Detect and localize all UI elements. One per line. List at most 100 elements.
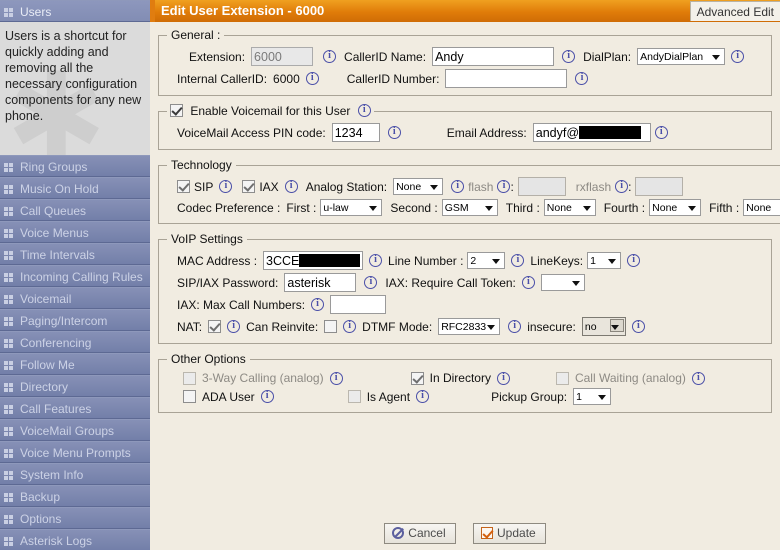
sidebar-item-voicemail-groups[interactable]: VoiceMail Groups — [0, 419, 150, 441]
sidebar-item-asterisk-logs[interactable]: Asterisk Logs — [0, 529, 150, 550]
sidebar-item-call-features[interactable]: Call Features — [0, 397, 150, 419]
flash-input[interactable] — [517, 177, 566, 196]
linekeys-select[interactable]: 1 — [587, 252, 622, 269]
sidebar-item-incoming-calling-rules[interactable]: Incoming Calling Rules — [0, 265, 150, 287]
dialplan-select[interactable]: AndyDialPlan — [637, 48, 726, 65]
info-icon[interactable] — [364, 276, 378, 289]
sidebar-item-voicemail[interactable]: Voicemail — [0, 287, 150, 309]
info-icon[interactable] — [311, 298, 325, 311]
rxflash-input[interactable] — [635, 177, 684, 196]
info-icon[interactable] — [627, 254, 641, 267]
codec-fourth-select[interactable]: None — [649, 199, 702, 216]
call-waiting-checkbox[interactable] — [555, 371, 569, 385]
codec-first-select[interactable]: u-law — [320, 199, 383, 216]
pickup-group-select[interactable]: 1 — [573, 388, 612, 405]
codec-fifth-select-wrap[interactable]: None — [743, 199, 780, 216]
info-icon[interactable] — [731, 50, 745, 63]
grid-icon — [4, 207, 15, 216]
info-icon[interactable] — [357, 104, 371, 117]
email-address-input[interactable]: andyf@ — [532, 123, 651, 142]
info-icon[interactable] — [654, 126, 668, 139]
sidebar-item-system-info[interactable]: System Info — [0, 463, 150, 485]
extension-input[interactable] — [251, 47, 314, 66]
ada-user-checkbox[interactable] — [183, 390, 196, 403]
line-number-select-wrap[interactable]: 2 — [467, 252, 506, 269]
info-icon[interactable] — [615, 180, 629, 193]
codec-fifth-select[interactable]: None — [743, 199, 780, 216]
info-icon[interactable] — [305, 72, 319, 85]
info-icon[interactable] — [219, 180, 233, 193]
linekeys-select-wrap[interactable]: 1 — [587, 252, 622, 269]
sidebar-item-conferencing[interactable]: Conferencing — [0, 331, 150, 353]
codec-first-select-wrap[interactable]: u-law — [320, 199, 383, 216]
analog-station-select[interactable]: None — [393, 178, 444, 195]
info-icon[interactable] — [343, 320, 357, 333]
in-directory-checkbox[interactable] — [410, 371, 424, 385]
can-reinvite-checkbox[interactable] — [324, 320, 338, 333]
voicemail-pin-input[interactable] — [331, 123, 380, 142]
sidebar-item-ring-groups[interactable]: Ring Groups — [0, 155, 150, 177]
sidebar-item-options[interactable]: Options — [0, 507, 150, 529]
info-icon[interactable] — [416, 390, 430, 403]
sidebar-item-paging-intercom[interactable]: Paging/Intercom — [0, 309, 150, 331]
info-icon[interactable] — [562, 50, 576, 63]
sidebar-item-time-intervals[interactable]: Time Intervals — [0, 243, 150, 265]
sidebar-item-label: Voice Menu Prompts — [20, 446, 131, 460]
sidebar-item-call-queues[interactable]: Call Queues — [0, 199, 150, 221]
three-way-calling-checkbox[interactable] — [183, 371, 196, 385]
sidebar-item-music-on-hold[interactable]: Music On Hold — [0, 177, 150, 199]
nat-checkbox[interactable] — [208, 320, 222, 333]
codec-third-select[interactable]: None — [543, 199, 596, 216]
require-call-token-select-wrap[interactable] — [540, 274, 585, 291]
max-call-numbers-input[interactable] — [330, 295, 387, 314]
info-icon[interactable] — [387, 126, 401, 139]
tab-advanced-edit[interactable]: Advanced Edit — [689, 1, 780, 21]
sip-checkbox[interactable] — [177, 180, 190, 193]
is-agent-checkbox[interactable] — [347, 390, 361, 403]
codec-third-select-wrap[interactable]: None — [543, 199, 596, 216]
dialplan-select-wrap[interactable]: AndyDialPlan — [637, 48, 726, 65]
dtmf-mode-select[interactable]: RFC2833 — [438, 318, 501, 335]
insecure-select[interactable]: no — [581, 317, 626, 336]
iax-checkbox[interactable] — [242, 180, 256, 193]
update-button[interactable]: Update — [473, 523, 546, 544]
info-icon[interactable] — [369, 254, 383, 267]
codec-fourth-select-wrap[interactable]: None — [649, 199, 702, 216]
insecure-select-wrap[interactable]: no — [581, 317, 626, 336]
sidebar-item-directory[interactable]: Directory — [0, 375, 150, 397]
info-icon[interactable] — [451, 180, 465, 193]
mac-address-input[interactable]: 3CCE — [263, 251, 364, 270]
info-icon[interactable] — [323, 50, 337, 63]
info-icon[interactable] — [631, 320, 645, 333]
line-number-select[interactable]: 2 — [467, 252, 506, 269]
info-icon[interactable] — [496, 371, 510, 385]
analog-station-select-wrap[interactable]: None — [393, 178, 444, 195]
callerid-number-input[interactable] — [445, 69, 568, 88]
codec-second-select-wrap[interactable]: GSM — [441, 199, 498, 216]
info-icon[interactable] — [329, 371, 343, 385]
cancel-button[interactable]: Cancel — [384, 523, 456, 544]
info-icon[interactable] — [227, 320, 241, 333]
info-icon[interactable] — [575, 72, 589, 85]
info-icon[interactable] — [691, 371, 705, 385]
info-icon[interactable] — [521, 276, 535, 289]
sidebar-item-users[interactable]: Users — [0, 0, 150, 22]
callerid-name-input[interactable] — [432, 47, 555, 66]
mac-address-value: 3CCE — [266, 253, 300, 268]
enable-voicemail-checkbox[interactable] — [170, 104, 183, 117]
sidebar-item-follow-me[interactable]: Follow Me — [0, 353, 150, 375]
in-directory-label: In Directory — [429, 371, 491, 385]
sidebar-item-voice-menus[interactable]: Voice Menus — [0, 221, 150, 243]
pickup-group-select-wrap[interactable]: 1 — [573, 388, 612, 405]
sip-iax-password-input[interactable] — [284, 273, 357, 292]
info-icon[interactable] — [284, 180, 298, 193]
info-icon[interactable] — [511, 254, 525, 267]
sidebar-item-voice-menu-prompts[interactable]: Voice Menu Prompts — [0, 441, 150, 463]
require-call-token-select[interactable] — [540, 274, 585, 291]
info-icon[interactable] — [497, 180, 511, 193]
info-icon[interactable] — [260, 390, 274, 403]
dtmf-mode-select-wrap[interactable]: RFC2833 — [438, 318, 501, 335]
sidebar-item-backup[interactable]: Backup — [0, 485, 150, 507]
info-icon[interactable] — [508, 320, 522, 333]
codec-second-select[interactable]: GSM — [441, 199, 498, 216]
